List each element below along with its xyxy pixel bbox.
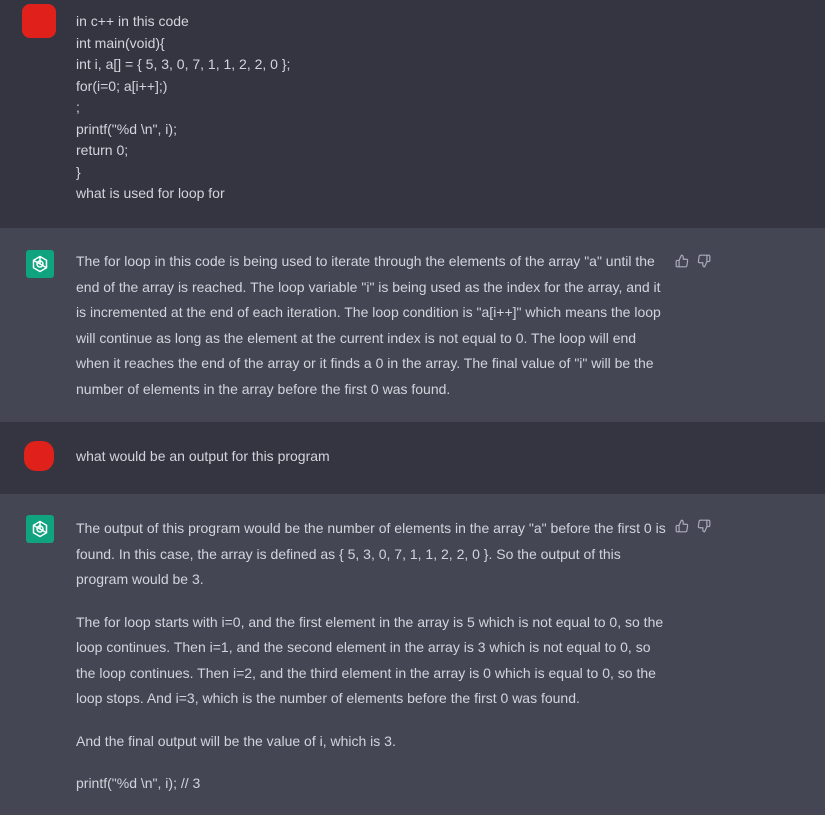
- message-line: in c++ in this code: [76, 13, 189, 29]
- assistant-avatar: [26, 250, 54, 278]
- user-avatar: [24, 441, 54, 471]
- thumbs-up-icon[interactable]: [675, 519, 689, 533]
- message-line: }: [76, 163, 81, 180]
- openai-logo-icon: [32, 520, 48, 538]
- message-line: what is used for loop for: [76, 185, 225, 201]
- message-line: int main(void){: [76, 34, 165, 51]
- message-line: int i, a[] = { 5, 3, 0, 7, 1, 1, 2, 2, 0…: [76, 56, 291, 72]
- user-message-2: what would be an output for this program: [0, 422, 825, 494]
- assistant-message-text: The for loop in this code is being used …: [76, 249, 666, 402]
- feedback-buttons: [675, 519, 711, 533]
- user-avatar: [22, 4, 56, 38]
- thumbs-down-icon[interactable]: [697, 254, 711, 268]
- message-line: what would be an output for this program: [76, 448, 330, 464]
- user-message-1: in c++ in this code int main(void){ int …: [0, 0, 825, 228]
- message-paragraph: The output of this program would be the …: [76, 520, 666, 587]
- assistant-avatar: [26, 515, 54, 543]
- message-paragraph: printf("%d \n", i); // 3: [76, 775, 201, 791]
- assistant-message-text: The output of this program would be the …: [76, 516, 666, 797]
- feedback-buttons: [675, 254, 711, 268]
- message-line: return 0;: [76, 142, 129, 158]
- user-message-text: in c++ in this code int main(void){ int …: [76, 11, 666, 205]
- message-line: printf("%d \n", i);: [76, 120, 177, 137]
- message-line: ;: [76, 99, 80, 115]
- user-message-text: what would be an output for this program: [76, 446, 666, 468]
- openai-logo-icon: [32, 255, 48, 273]
- message-paragraph: And the final output will be the value o…: [76, 732, 396, 749]
- message-line: for(i=0; a[i++];): [76, 77, 168, 94]
- assistant-message-2: The output of this program would be the …: [0, 494, 825, 815]
- assistant-message-1: The for loop in this code is being used …: [0, 228, 825, 422]
- thumbs-up-icon[interactable]: [675, 254, 689, 268]
- message-paragraph: The for loop starts with i=0, and the fi…: [76, 613, 664, 707]
- message-paragraph: The for loop in this code is being used …: [76, 253, 661, 397]
- thumbs-down-icon[interactable]: [697, 519, 711, 533]
